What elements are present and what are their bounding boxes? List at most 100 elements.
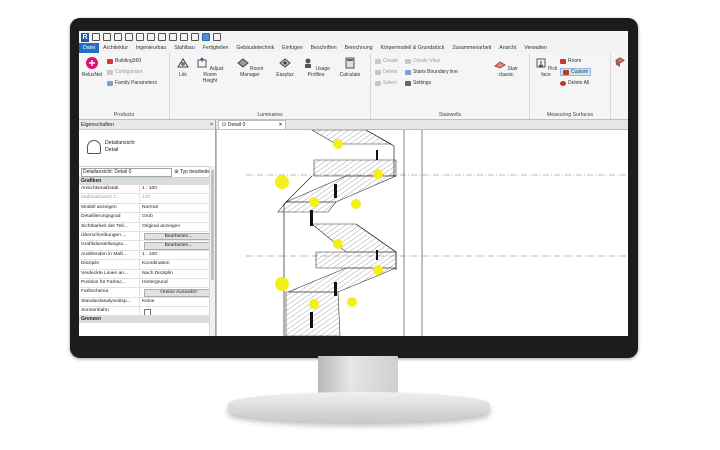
property-checkbox[interactable]	[144, 308, 151, 316]
property-value[interactable]: Normal	[140, 204, 215, 212]
property-key: Farbschema	[79, 288, 140, 297]
3d-view-icon[interactable]	[191, 33, 199, 41]
switch-windows-icon[interactable]	[213, 33, 221, 41]
ribbon-tab-8[interactable]: Beschriften	[307, 45, 341, 51]
ribbon-tab-4[interactable]: Stahlbau	[170, 45, 198, 51]
ribbon-tab-2[interactable]: Architektur	[99, 45, 132, 51]
more-tools-button[interactable]	[613, 57, 627, 70]
text-icon[interactable]	[180, 33, 188, 41]
dimension-icon[interactable]	[169, 33, 177, 41]
create-view-button[interactable]: Create View	[405, 58, 440, 64]
property-value[interactable]: Nach Disziplin	[140, 270, 215, 278]
calculate-button[interactable]: Calculate	[336, 57, 364, 78]
ldc-label: Ldc	[178, 72, 188, 78]
property-row: Modell anzeigen Normal	[79, 203, 215, 214]
stair-delete-button[interactable]: Delete	[375, 69, 397, 75]
close-icon[interactable]: ×	[210, 122, 213, 128]
property-value[interactable]: Grob	[140, 213, 215, 221]
ribbon-tab-6[interactable]: Gebäudetechnik	[232, 45, 278, 51]
stair-delete-label: Delete	[383, 69, 398, 75]
property-key: Ausblenden in Maß...	[79, 250, 140, 260]
property-edit-button[interactable]: <Keine Auswahl>	[144, 289, 213, 297]
save-icon[interactable]	[103, 33, 111, 41]
easylux-button[interactable]: Easylux	[274, 57, 296, 78]
family-parameters-button[interactable]: Family Parameters	[107, 80, 157, 86]
delete-all-button[interactable]: Delete All	[560, 80, 589, 86]
stair-select-button[interactable]: Select	[375, 80, 397, 86]
family-parameters-label: Family Parameters	[115, 80, 157, 86]
sync-icon[interactable]	[114, 33, 122, 41]
property-value[interactable]: <Keine Auswahl>	[140, 288, 215, 297]
family-parameters-icon	[107, 80, 113, 86]
type-sub-label: Detail	[105, 147, 119, 153]
panel-stairwells-title: Stairwells	[438, 112, 462, 118]
type-name: Detailansicht Detail	[105, 140, 135, 154]
ldc-button[interactable]: Ldc	[174, 57, 192, 78]
measure-icon[interactable]	[158, 33, 166, 41]
building360-button[interactable]: Building360	[107, 58, 141, 64]
instance-selector-row: Detailansicht: Detail 0 ⊞ Typ bearbeiten	[79, 167, 215, 178]
ribbon-tab-13[interactable]: Verwalten	[520, 45, 551, 51]
panel-stairwells: Create Delete Select Create View Stairs …	[371, 53, 530, 119]
instance-filter-dropdown[interactable]: Detailansicht: Detail 0	[81, 167, 173, 177]
property-key: Position für Farbsc...	[79, 278, 140, 288]
ribbon-tab-1[interactable]: Datei	[79, 43, 100, 53]
drawing-canvas[interactable]	[215, 129, 628, 336]
stair-select-label: Select	[383, 80, 397, 86]
stairwell-drawing	[215, 129, 628, 336]
adjust-room-height-icon	[197, 57, 207, 68]
pick-face-button[interactable]: Pick face	[534, 57, 558, 78]
adjust-room-height-button[interactable]: Adjust Room Height	[196, 57, 224, 84]
property-value[interactable]: 1 : 100	[140, 185, 215, 193]
easylux-icon	[279, 58, 291, 68]
stair-create-button[interactable]: Create	[375, 58, 398, 64]
ribbon: ReluxNet Building360 Configurator Family…	[79, 53, 628, 120]
create-view-icon	[405, 58, 411, 64]
property-value[interactable]: Hintergrund	[140, 279, 215, 287]
ribbon-tab-11[interactable]: Zusammenarbeit	[448, 45, 495, 51]
ribbon-tab-5[interactable]: Fertigteilen	[199, 45, 233, 51]
room-manager-button[interactable]: Room Manager	[230, 57, 270, 78]
configurator-button[interactable]: Configurator	[107, 69, 143, 75]
property-edit-button[interactable]: Bearbeiten...	[144, 242, 213, 250]
property-value[interactable]: 1 : 100	[140, 251, 215, 259]
thin-lines-icon[interactable]	[202, 33, 210, 41]
building360-label: Building360	[115, 58, 142, 64]
property-key: Ansichtsmaßstab	[79, 185, 140, 194]
stair-classic-dropdown[interactable]: Stair classic	[487, 57, 525, 78]
ribbon-tab-9[interactable]: Berechnung	[341, 45, 377, 51]
property-row: Detaillierungsgrad Grob	[79, 213, 215, 223]
print-icon[interactable]	[147, 33, 155, 41]
tab-close-icon[interactable]: ×	[279, 121, 282, 130]
property-value[interactable]: Bearbeiten...	[140, 241, 215, 250]
open-icon[interactable]	[92, 33, 100, 41]
property-row: Standardanalysedisp... Keine	[79, 297, 215, 308]
revit-logo[interactable]: R	[81, 32, 89, 42]
type-selector[interactable]: Detailansicht Detail	[79, 130, 215, 167]
property-value[interactable]: Koordination	[140, 260, 215, 268]
usage-profiles-button[interactable]: Usage Profiles	[298, 57, 334, 78]
room-button[interactable]: Room	[560, 58, 581, 64]
redo-icon[interactable]	[136, 33, 144, 41]
stair-settings-button[interactable]: Settings	[405, 80, 431, 86]
properties-scrollbar[interactable]	[209, 166, 215, 336]
pick-face-icon	[536, 58, 546, 68]
reluxnet-button[interactable]: ReluxNet	[81, 57, 103, 78]
property-value[interactable]: Keine	[140, 298, 215, 306]
ribbon-tab-7[interactable]: Einfügen	[278, 45, 306, 51]
ribbon-tab-12[interactable]: Ansicht	[495, 45, 520, 51]
property-value[interactable]: Bearbeiten...	[140, 232, 215, 241]
property-row: Sonnenbahn	[79, 307, 215, 317]
property-value[interactable]: Original anzeigen	[140, 223, 215, 231]
ribbon-tab-3[interactable]: Ingenieurbau	[132, 45, 170, 51]
tab-detail-0[interactable]: ⊡ Detail 0 ×	[218, 120, 286, 129]
group-graphics[interactable]: Grafiken	[79, 178, 215, 185]
group-bounds[interactable]: Grenzen	[79, 316, 215, 324]
property-value[interactable]	[140, 307, 215, 316]
ribbon-tab-10[interactable]: Körpermodell & Grundstück	[377, 45, 449, 51]
undo-icon[interactable]	[125, 33, 133, 41]
scrollbar-thumb[interactable]	[211, 170, 214, 280]
custom-button[interactable]: Custom	[560, 68, 592, 76]
property-edit-button[interactable]: Bearbeiten...	[144, 232, 213, 241]
stairs-boundary-line-button[interactable]: Stairs Boundary line	[405, 69, 458, 75]
